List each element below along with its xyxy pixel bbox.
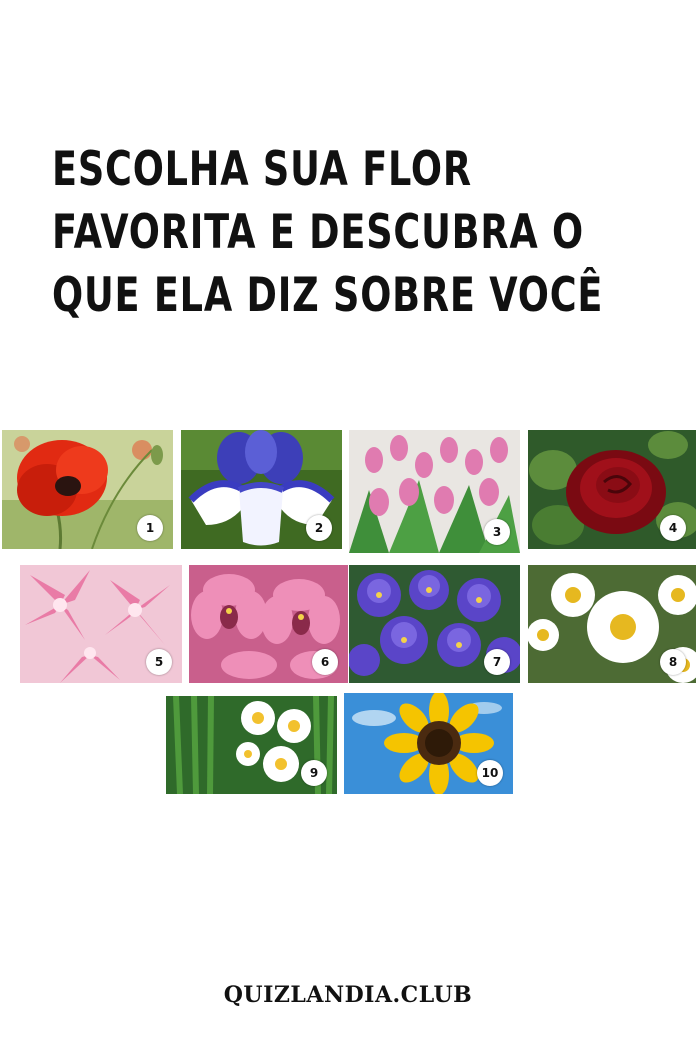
flower-number-badge: 4 bbox=[660, 515, 686, 541]
flower-option-9[interactable]: 9 bbox=[166, 696, 337, 794]
flower-number-badge: 9 bbox=[301, 760, 327, 786]
flower-option-1[interactable]: 1 bbox=[2, 430, 173, 549]
flower-option-4[interactable]: 4 bbox=[528, 430, 696, 549]
flower-option-7[interactable]: 7 bbox=[349, 565, 520, 683]
site-footer-brand: QUIZLANDIA.CLUB bbox=[223, 982, 473, 1008]
flower-option-8[interactable]: 8 bbox=[528, 565, 696, 683]
flower-option-5[interactable]: 5 bbox=[20, 565, 182, 683]
flower-number-badge: 3 bbox=[484, 519, 510, 545]
title-line-2: FAVORITA E DESCUBRA O bbox=[52, 205, 584, 260]
flower-number-badge: 5 bbox=[146, 649, 172, 675]
flower-option-10[interactable]: 10 bbox=[344, 693, 513, 794]
flower-option-2[interactable]: 2 bbox=[181, 430, 342, 549]
flower-number-badge: 8 bbox=[660, 649, 686, 675]
flower-number-badge: 10 bbox=[477, 760, 503, 786]
flower-number-badge: 6 bbox=[312, 649, 338, 675]
flower-number-badge: 2 bbox=[306, 515, 332, 541]
flower-number-badge: 1 bbox=[137, 515, 163, 541]
flower-number-badge: 7 bbox=[484, 649, 510, 675]
page-title: ESCOLHA SUA FLOR FAVORITA E DESCUBRA O Q… bbox=[52, 138, 604, 327]
flower-option-6[interactable]: 6 bbox=[189, 565, 348, 683]
title-line-1: ESCOLHA SUA FLOR bbox=[52, 142, 472, 197]
flower-option-3[interactable]: 3 bbox=[349, 430, 520, 553]
title-line-3: QUE ELA DIZ SOBRE VOCÊ bbox=[52, 268, 604, 323]
